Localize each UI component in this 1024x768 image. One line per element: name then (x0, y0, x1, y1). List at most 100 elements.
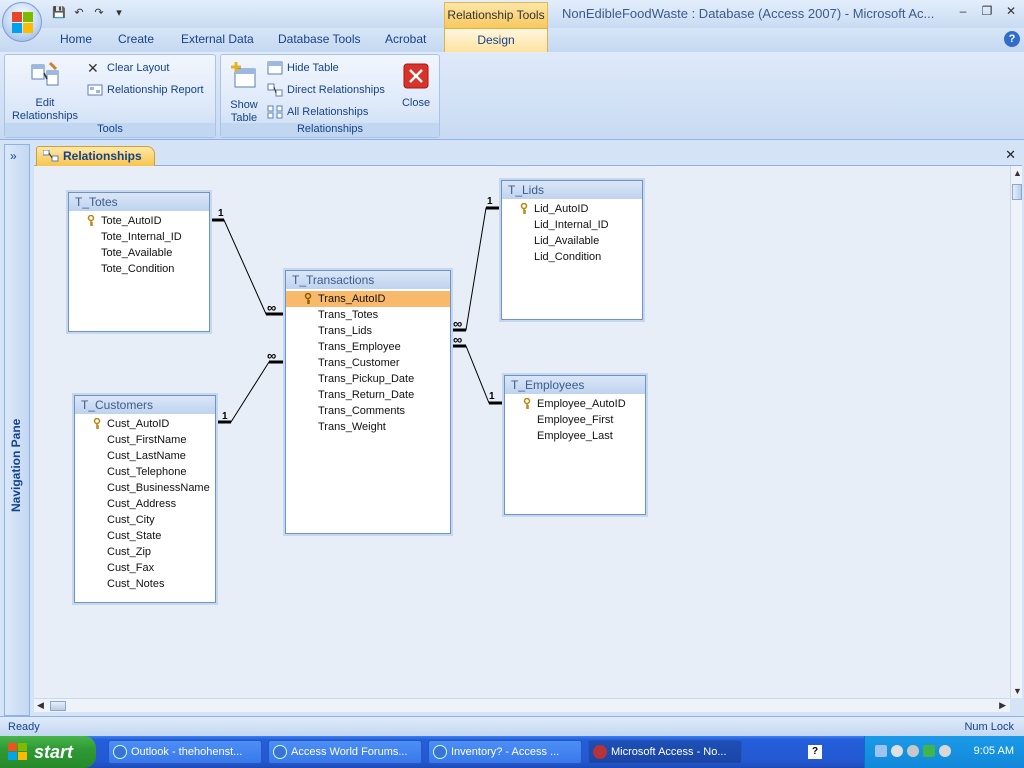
navigation-pane[interactable]: » Navigation Pane (4, 144, 30, 716)
clear-layout-button[interactable]: ✕ Clear Layout (87, 59, 169, 77)
tools-group: Edit Relationships ✕ Clear Layout Relati… (4, 54, 216, 138)
tab-home[interactable]: Home (60, 32, 92, 46)
table-title[interactable]: T_Totes (69, 193, 209, 211)
show-table-button[interactable]: Show Table (225, 61, 263, 125)
all-relationships-button[interactable]: All Relationships (267, 103, 368, 121)
customize-qat-icon[interactable]: ▾ (110, 5, 128, 21)
close-relationships-button[interactable]: Close (397, 63, 435, 110)
field-row[interactable]: Tote_AutoID (69, 213, 209, 229)
field-row[interactable]: Cust_Fax (75, 560, 215, 576)
help-tray-icon[interactable]: ? (808, 745, 822, 759)
search-icon[interactable] (891, 745, 903, 757)
edit-relationships-button[interactable]: Edit Relationships (9, 61, 81, 123)
tab-acrobat[interactable]: Acrobat (385, 32, 426, 46)
volume-icon[interactable] (907, 745, 919, 757)
field-row[interactable]: Cust_BusinessName (75, 480, 215, 496)
redo-icon[interactable]: ↷ (90, 5, 108, 21)
close-document-icon[interactable]: ✕ (1005, 147, 1016, 163)
table-box-employees[interactable]: T_Employees Employee_AutoID Employee_Fir… (504, 375, 646, 515)
nav-pane-toggle-icon[interactable]: » (10, 149, 17, 163)
all-relationships-label: All Relationships (287, 106, 369, 118)
tab-design[interactable]: Design (444, 28, 548, 52)
many-label: ∞ (453, 316, 462, 331)
vertical-scrollbar[interactable]: ▲ ▼ (1010, 166, 1022, 698)
field-row[interactable]: Cust_State (75, 528, 215, 544)
scroll-left-icon[interactable]: ◀ (37, 700, 44, 711)
quick-access-toolbar: 💾 ↶ ↷ ▾ (50, 4, 128, 22)
settings-icon[interactable] (939, 745, 951, 757)
field-row[interactable]: Trans_Totes (286, 307, 450, 323)
table-title[interactable]: T_Transactions (286, 271, 450, 289)
security-icon[interactable] (923, 745, 935, 757)
direct-relationships-icon (267, 83, 283, 97)
taskbar-item-access[interactable]: Microsoft Access - No... (588, 740, 742, 764)
tab-create[interactable]: Create (118, 32, 154, 46)
one-label: 1 (218, 208, 224, 219)
field-row[interactable]: Trans_Pickup_Date (286, 371, 450, 387)
close-label: Close (401, 97, 431, 109)
table-title[interactable]: T_Lids (502, 181, 642, 199)
field-row[interactable]: Cust_Address (75, 496, 215, 512)
table-title[interactable]: T_Employees (505, 376, 645, 394)
help-icon[interactable]: ? (1004, 31, 1020, 47)
undo-icon[interactable]: ↶ (70, 5, 88, 21)
field-row[interactable]: Employee_AutoID (505, 396, 645, 412)
field-row[interactable]: Lid_AutoID (502, 201, 642, 217)
field-row-selected[interactable]: Trans_AutoID (286, 291, 450, 307)
table-box-customers[interactable]: T_Customers Cust_AutoID Cust_FirstName C… (74, 395, 216, 603)
field-row[interactable]: Cust_LastName (75, 448, 215, 464)
direct-relationships-button[interactable]: Direct Relationships (267, 81, 385, 99)
field-row[interactable]: Lid_Internal_ID (502, 217, 642, 233)
start-button[interactable]: start (0, 736, 96, 768)
field-row[interactable]: Cust_AutoID (75, 416, 215, 432)
field-row[interactable]: Tote_Internal_ID (69, 229, 209, 245)
minimize-icon[interactable]: – (956, 4, 970, 18)
restore-icon[interactable]: ❐ (980, 4, 994, 18)
table-box-totes[interactable]: T_Totes Tote_AutoID Tote_Internal_ID Tot… (68, 192, 210, 332)
scroll-up-icon[interactable]: ▲ (1013, 168, 1022, 178)
horizontal-scrollbar[interactable]: ◀ ▶ (34, 698, 1010, 712)
save-icon[interactable]: 💾 (50, 5, 68, 21)
field-row[interactable]: Tote_Available (69, 245, 209, 261)
relationship-report-button[interactable]: Relationship Report (87, 81, 204, 99)
hide-table-button[interactable]: Hide Table (267, 59, 339, 77)
horizontal-scroll-thumb[interactable] (50, 701, 66, 711)
table-box-transactions[interactable]: T_Transactions Trans_AutoID Trans_Totes … (285, 270, 451, 534)
clear-layout-label: Clear Layout (107, 62, 170, 74)
field-row[interactable]: Cust_FirstName (75, 432, 215, 448)
tab-relationships[interactable]: Relationships (36, 146, 155, 166)
close-window-icon[interactable]: ✕ (1004, 4, 1018, 18)
table-box-lids[interactable]: T_Lids Lid_AutoID Lid_Internal_ID Lid_Av… (501, 180, 643, 320)
field-row[interactable]: Trans_Comments (286, 403, 450, 419)
field-row[interactable]: Tote_Condition (69, 261, 209, 277)
taskbar-item-inventory[interactable]: Inventory? - Access ... (428, 740, 582, 764)
browser-icon (273, 745, 287, 759)
taskbar-item-outlook[interactable]: Outlook - thehohenst... (108, 740, 262, 764)
table-title[interactable]: T_Customers (75, 396, 215, 414)
office-button[interactable] (2, 2, 42, 42)
scroll-right-icon[interactable]: ▶ (999, 700, 1006, 711)
relationships-canvas[interactable]: 1 ∞ 1 ∞ 1 ∞ 1 ∞ T_Totes Tote_AutoID Tote… (34, 166, 1010, 698)
field-row[interactable]: Trans_Weight (286, 419, 450, 435)
document-tab-bar: Relationships ✕ (34, 144, 1022, 166)
field-row[interactable]: Cust_Telephone (75, 464, 215, 480)
field-row[interactable]: Cust_City (75, 512, 215, 528)
relationship-line (217, 361, 284, 423)
field-row[interactable]: Trans_Lids (286, 323, 450, 339)
field-row[interactable]: Lid_Condition (502, 249, 642, 265)
taskbar-item-forums[interactable]: Access World Forums... (268, 740, 422, 764)
scroll-down-icon[interactable]: ▼ (1013, 686, 1022, 696)
vertical-scroll-thumb[interactable] (1012, 184, 1022, 200)
network-icon[interactable] (875, 745, 887, 757)
field-row[interactable]: Trans_Employee (286, 339, 450, 355)
tab-external-data[interactable]: External Data (181, 32, 254, 46)
field-row[interactable]: Trans_Customer (286, 355, 450, 371)
edit-relationships-label: Edit Relationships (11, 97, 79, 122)
field-row[interactable]: Employee_First (505, 412, 645, 428)
field-row[interactable]: Employee_Last (505, 428, 645, 444)
tab-database-tools[interactable]: Database Tools (278, 32, 361, 46)
field-row[interactable]: Cust_Notes (75, 576, 215, 592)
field-row[interactable]: Cust_Zip (75, 544, 215, 560)
field-row[interactable]: Trans_Return_Date (286, 387, 450, 403)
field-row[interactable]: Lid_Available (502, 233, 642, 249)
